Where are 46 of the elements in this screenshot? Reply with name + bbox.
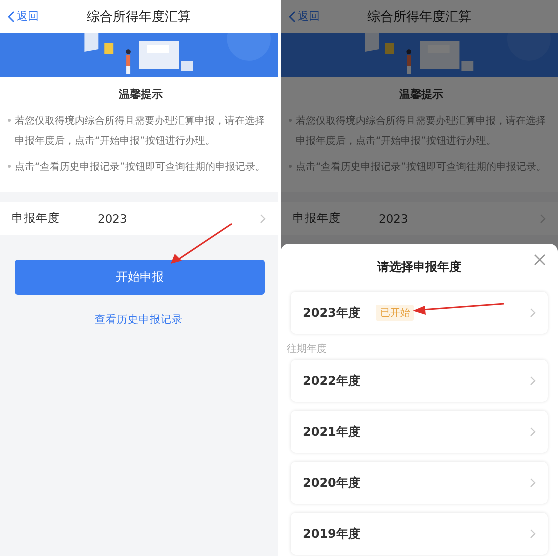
year-option[interactable]: 2022年度 xyxy=(291,360,548,402)
chevron-icon xyxy=(530,376,536,386)
chevron-icon xyxy=(540,214,546,224)
bullet-icon xyxy=(289,165,292,168)
history-link[interactable]: 查看历史申报记录 xyxy=(95,313,183,327)
chevron-icon xyxy=(530,478,536,488)
year-option[interactable]: 2021年度 xyxy=(291,411,548,453)
option-label: 2020年度 xyxy=(303,474,360,492)
back-icon xyxy=(289,10,296,22)
chevron-icon xyxy=(260,214,266,224)
chevron-icon xyxy=(530,427,536,437)
status-badge: 已开始 xyxy=(376,305,414,321)
back-icon xyxy=(8,10,15,22)
back-link[interactable]: 返回 xyxy=(0,9,60,24)
bullet-icon xyxy=(8,119,11,122)
field-label: 申报年度 xyxy=(12,211,61,226)
tips-title: 温馨提示 xyxy=(398,87,444,102)
field-value: 2023 xyxy=(379,212,410,226)
tips-title: 温馨提示 xyxy=(118,87,164,102)
year-field[interactable]: 申报年度 2023 xyxy=(281,202,558,235)
close-button[interactable] xyxy=(532,252,548,268)
section-label: 往期年度 xyxy=(287,342,328,356)
page-title: 综合所得年度汇算 xyxy=(86,8,192,26)
field-value: 2023 xyxy=(98,212,128,226)
annotation-arrow xyxy=(168,222,234,266)
year-field[interactable]: 申报年度 2023 xyxy=(0,202,278,235)
option-label: 2021年度 xyxy=(303,424,360,440)
chevron-icon xyxy=(530,529,536,539)
start-button[interactable]: 开始申报 xyxy=(15,260,265,295)
option-label: 2022年度 xyxy=(303,372,360,390)
year-option[interactable]: 2019年度 xyxy=(291,513,548,555)
tip-text: 点击“查看历史申报记录”按钮即可查询往期的申报记录。 xyxy=(296,160,548,175)
bullet-icon xyxy=(8,165,11,168)
option-label: 2023年度 xyxy=(303,304,360,322)
tip-text: 若您仅取得境内综合所得且需要办理汇算申报，请在选择申报年度后，点击“开始申报”按钮进行办理。 xyxy=(15,114,266,149)
page-title: 综合所得年度汇算 xyxy=(366,8,472,26)
tip-text: 若您仅取得境内综合所得且需要办理汇算申报，请在选择申报年度后，点击“开始申报”按钮进行办理。 xyxy=(296,114,547,149)
bullet-icon xyxy=(289,119,292,122)
year-option[interactable]: 2020年度 xyxy=(291,462,548,504)
chevron-icon xyxy=(530,308,536,318)
year-option[interactable]: 2023年度 已开始 xyxy=(291,292,548,334)
field-label: 申报年度 xyxy=(293,211,342,226)
tip-text: 点击“查看历史申报记录”按钮即可查询往期的申报记录。 xyxy=(15,160,266,175)
sheet-title: 请选择申报年度 xyxy=(378,258,462,276)
option-label: 2019年度 xyxy=(303,526,360,542)
close-icon xyxy=(534,254,546,266)
